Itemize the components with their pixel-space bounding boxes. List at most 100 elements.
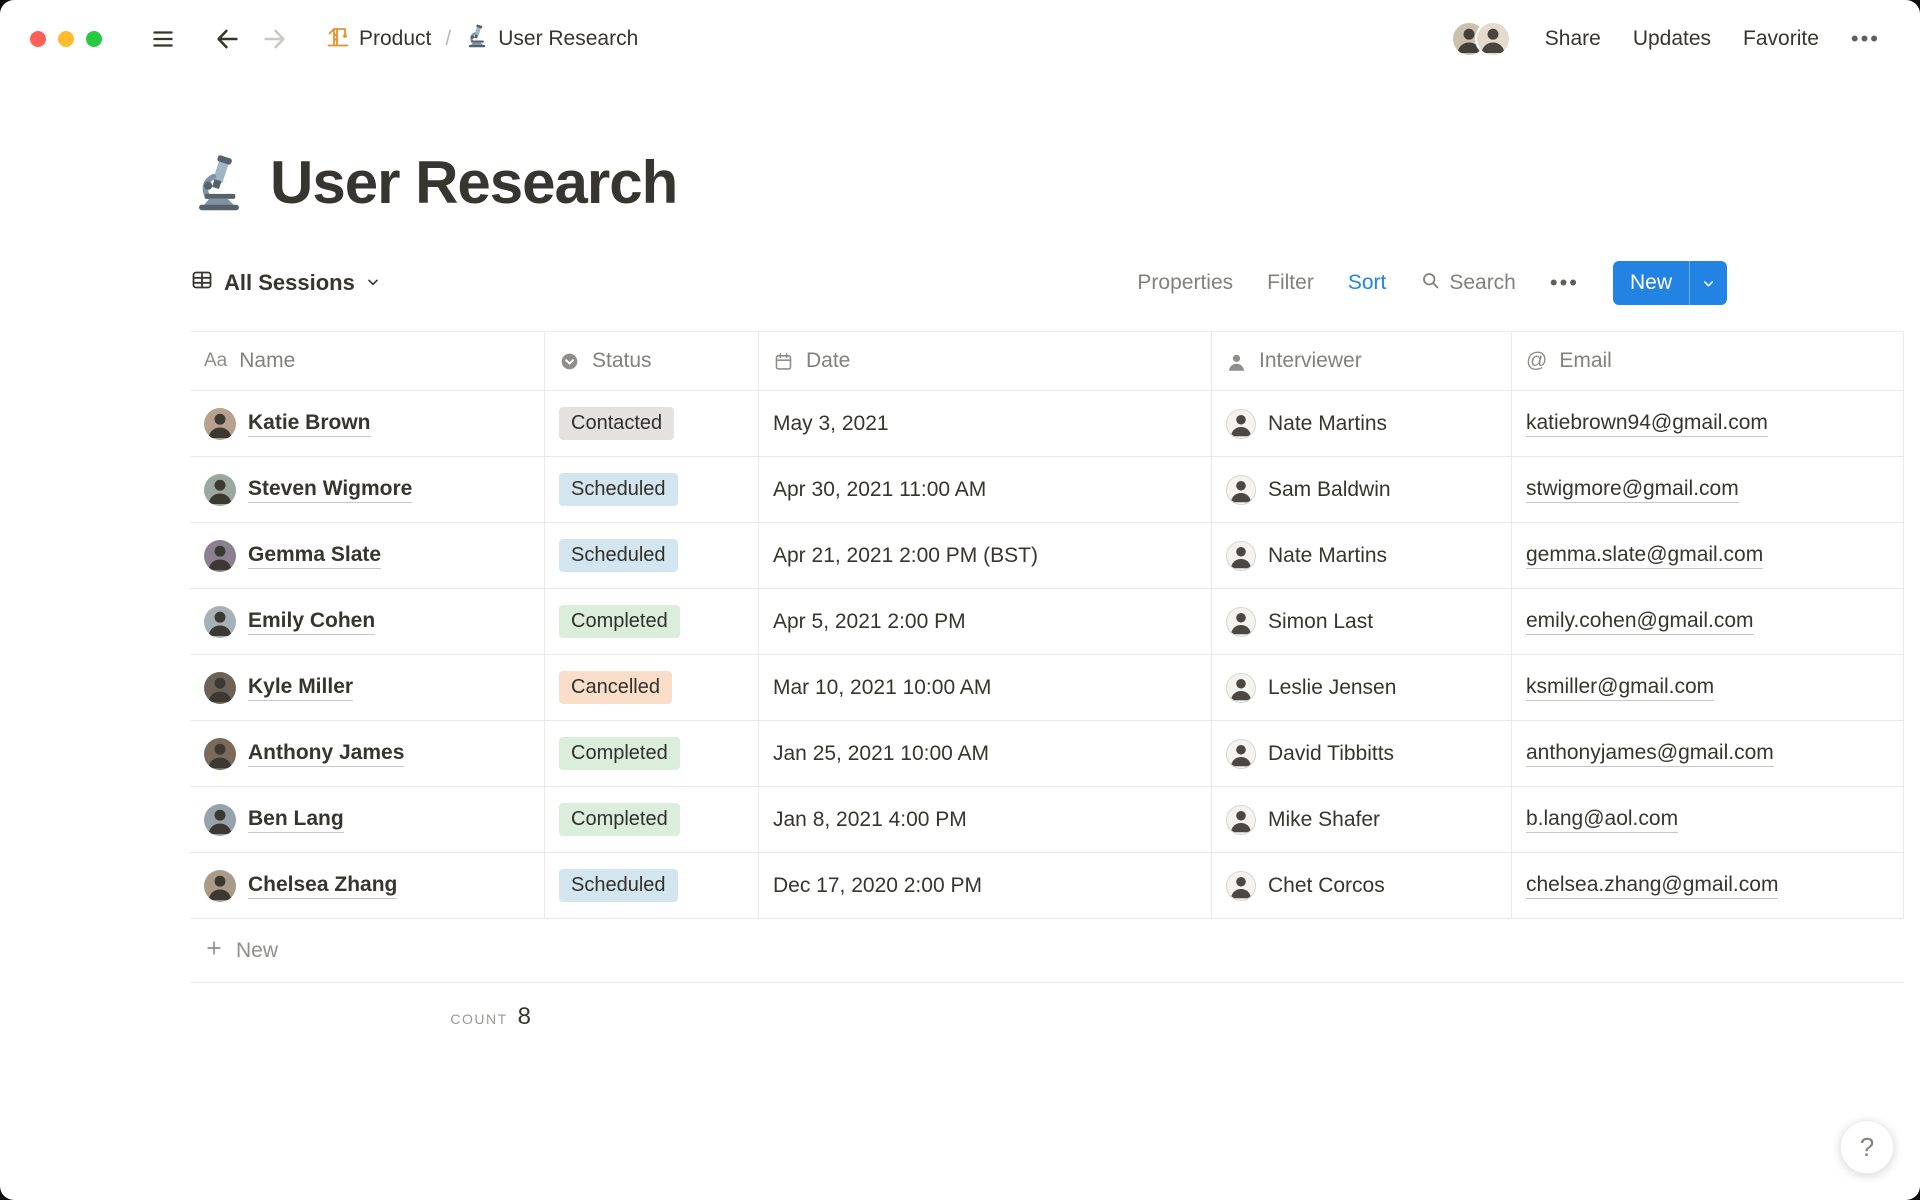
- email-link[interactable]: katiebrown94@gmail.com: [1526, 411, 1768, 437]
- email-link[interactable]: stwigmore@gmail.com: [1526, 477, 1739, 503]
- session-name-link[interactable]: Chelsea Zhang: [248, 873, 398, 899]
- date-cell[interactable]: May 3, 2021: [759, 391, 1212, 456]
- email-link[interactable]: ksmiller@gmail.com: [1526, 675, 1715, 701]
- breadcrumb-product[interactable]: Product: [326, 24, 431, 54]
- column-header-interviewer[interactable]: Interviewer: [1212, 332, 1512, 390]
- date-cell[interactable]: Apr 5, 2021 2:00 PM: [759, 589, 1212, 654]
- interviewer-name: Mike Shafer: [1268, 807, 1381, 831]
- email-link[interactable]: chelsea.zhang@gmail.com: [1526, 873, 1779, 899]
- column-header-name[interactable]: Aa Name: [190, 332, 545, 390]
- search-icon: [1420, 270, 1441, 297]
- sidebar-menu-icon[interactable]: [146, 22, 180, 56]
- session-name-link[interactable]: Kyle Miller: [248, 675, 354, 701]
- status-cell[interactable]: Completed: [545, 787, 759, 852]
- toolbar-more-icon[interactable]: •••: [1550, 270, 1579, 296]
- date-cell[interactable]: Jan 8, 2021 4:00 PM: [759, 787, 1212, 852]
- name-cell[interactable]: Anthony James: [190, 721, 545, 786]
- email-link[interactable]: gemma.slate@gmail.com: [1526, 543, 1764, 569]
- email-link[interactable]: b.lang@aol.com: [1526, 807, 1679, 833]
- interviewer-cell[interactable]: Sam Baldwin: [1212, 457, 1512, 522]
- share-button[interactable]: Share: [1545, 27, 1601, 51]
- email-cell[interactable]: katiebrown94@gmail.com: [1512, 391, 1904, 456]
- email-cell[interactable]: gemma.slate@gmail.com: [1512, 523, 1904, 588]
- email-cell[interactable]: stwigmore@gmail.com: [1512, 457, 1904, 522]
- sort-button[interactable]: Sort: [1348, 271, 1387, 295]
- favorite-button[interactable]: Favorite: [1743, 27, 1819, 51]
- interviewer-cell[interactable]: David Tibbitts: [1212, 721, 1512, 786]
- filter-button[interactable]: Filter: [1267, 271, 1314, 295]
- search-button[interactable]: Search: [1420, 270, 1516, 297]
- new-dropdown-button[interactable]: [1689, 261, 1727, 305]
- count-row[interactable]: COUNT 8: [190, 983, 545, 1031]
- new-button[interactable]: New: [1612, 261, 1689, 305]
- name-cell[interactable]: Katie Brown: [190, 391, 545, 456]
- close-window-button[interactable]: [30, 31, 46, 47]
- session-name-link[interactable]: Emily Cohen: [248, 609, 376, 635]
- name-cell[interactable]: Gemma Slate: [190, 523, 545, 588]
- date-value: Mar 10, 2021 10:00 AM: [773, 675, 992, 699]
- date-cell[interactable]: Apr 30, 2021 11:00 AM: [759, 457, 1212, 522]
- email-link[interactable]: emily.cohen@gmail.com: [1526, 609, 1754, 635]
- email-cell[interactable]: b.lang@aol.com: [1512, 787, 1904, 852]
- name-cell[interactable]: Emily Cohen: [190, 589, 545, 654]
- session-name-link[interactable]: Ben Lang: [248, 807, 344, 833]
- forward-icon[interactable]: [258, 22, 292, 56]
- view-tab-all-sessions[interactable]: All Sessions: [190, 268, 381, 298]
- help-button-label: ?: [1859, 1131, 1875, 1162]
- count-value: 8: [517, 1003, 531, 1030]
- plus-icon: [204, 938, 224, 964]
- name-cell[interactable]: Chelsea Zhang: [190, 853, 545, 918]
- column-header-status[interactable]: Status: [545, 332, 759, 390]
- date-cell[interactable]: Mar 10, 2021 10:00 AM: [759, 655, 1212, 720]
- interviewer-cell[interactable]: Nate Martins: [1212, 391, 1512, 456]
- table-row: Steven Wigmore Scheduled Apr 30, 2021 11…: [190, 457, 1904, 523]
- more-options-icon[interactable]: •••: [1851, 26, 1880, 52]
- status-cell[interactable]: Scheduled: [545, 853, 759, 918]
- table-header: Aa Name Status Date Interviewer @ Email: [190, 331, 1904, 391]
- email-cell[interactable]: emily.cohen@gmail.com: [1512, 589, 1904, 654]
- session-name-link[interactable]: Anthony James: [248, 741, 405, 767]
- minimize-window-button[interactable]: [58, 31, 74, 47]
- status-cell[interactable]: Completed: [545, 721, 759, 786]
- interviewer-cell[interactable]: Leslie Jensen: [1212, 655, 1512, 720]
- notion-window: Product / User Research Share Updates Fa…: [0, 0, 1920, 1200]
- email-cell[interactable]: chelsea.zhang@gmail.com: [1512, 853, 1904, 918]
- avatar: [204, 407, 236, 440]
- interviewer-cell[interactable]: Nate Martins: [1212, 523, 1512, 588]
- date-cell[interactable]: Jan 25, 2021 10:00 AM: [759, 721, 1212, 786]
- interviewer-cell[interactable]: Mike Shafer: [1212, 787, 1512, 852]
- date-cell[interactable]: Dec 17, 2020 2:00 PM: [759, 853, 1212, 918]
- status-cell[interactable]: Completed: [545, 589, 759, 654]
- zoom-window-button[interactable]: [86, 31, 102, 47]
- interviewer-cell[interactable]: Chet Corcos: [1212, 853, 1512, 918]
- date-value: Jan 25, 2021 10:00 AM: [773, 741, 989, 765]
- email-link[interactable]: anthonyjames@gmail.com: [1526, 741, 1774, 767]
- properties-button[interactable]: Properties: [1137, 271, 1233, 295]
- column-header-date[interactable]: Date: [759, 332, 1212, 390]
- session-name-link[interactable]: Steven Wigmore: [248, 477, 413, 503]
- email-cell[interactable]: anthonyjames@gmail.com: [1512, 721, 1904, 786]
- new-row-button[interactable]: New: [190, 919, 1904, 983]
- status-badge: Contacted: [559, 407, 675, 440]
- session-name-link[interactable]: Katie Brown: [248, 411, 371, 437]
- interviewer-cell[interactable]: Simon Last: [1212, 589, 1512, 654]
- name-cell[interactable]: Kyle Miller: [190, 655, 545, 720]
- breadcrumb-page[interactable]: User Research: [465, 24, 638, 54]
- window-controls: [30, 31, 102, 47]
- collaborator-avatars[interactable]: [1450, 21, 1511, 57]
- status-cell[interactable]: Cancelled: [545, 655, 759, 720]
- status-cell[interactable]: Scheduled: [545, 523, 759, 588]
- back-icon[interactable]: [210, 22, 244, 56]
- status-cell[interactable]: Contacted: [545, 391, 759, 456]
- column-header-email[interactable]: @ Email: [1512, 332, 1904, 390]
- date-cell[interactable]: Apr 21, 2021 2:00 PM (BST): [759, 523, 1212, 588]
- help-button[interactable]: ?: [1840, 1120, 1894, 1174]
- name-cell[interactable]: Steven Wigmore: [190, 457, 545, 522]
- name-cell[interactable]: Ben Lang: [190, 787, 545, 852]
- session-name-link[interactable]: Gemma Slate: [248, 543, 382, 569]
- page-icon-microscope[interactable]: [190, 154, 248, 212]
- titlebar-actions: Share Updates Favorite •••: [1450, 21, 1880, 57]
- updates-button[interactable]: Updates: [1633, 27, 1711, 51]
- status-cell[interactable]: Scheduled: [545, 457, 759, 522]
- email-cell[interactable]: ksmiller@gmail.com: [1512, 655, 1904, 720]
